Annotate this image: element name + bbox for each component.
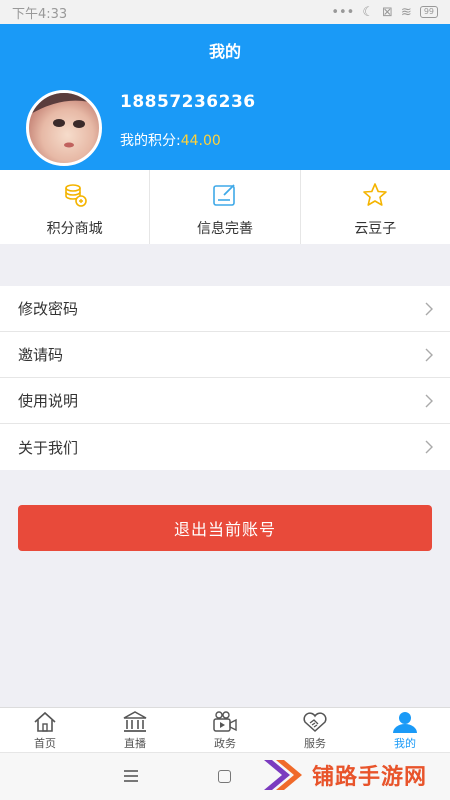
sim-icon: ⊠	[382, 4, 393, 20]
quick-item-label: 云豆子	[354, 221, 397, 237]
tab-mine[interactable]: 我的	[360, 708, 450, 752]
watermark-text: 铺路手游网	[312, 765, 428, 790]
chevron-right-icon	[425, 302, 433, 315]
menu-item-instructions[interactable]: 使用说明	[0, 378, 450, 424]
edit-info-icon	[213, 184, 235, 206]
wifi-icon: ≋	[400, 4, 412, 20]
home-icon	[34, 711, 56, 732]
coins-icon	[64, 184, 87, 207]
building-icon	[123, 711, 147, 732]
menu-item-label: 关于我们	[18, 438, 79, 457]
status-icons: ••• ☾ ⊠ ≋ 99	[331, 5, 438, 20]
menu-item-change-password[interactable]: 修改密码	[0, 286, 450, 332]
menu-item-label: 使用说明	[18, 392, 79, 410]
tab-label: 服务	[304, 737, 326, 750]
tab-label: 直播	[124, 737, 146, 750]
signal-dots-icon: •••	[331, 4, 355, 20]
quick-item-label: 信息完善	[196, 221, 253, 237]
user-icon	[393, 712, 417, 733]
tab-service[interactable]: 服务	[270, 708, 360, 752]
menu-item-about-us[interactable]: 关于我们	[0, 424, 450, 470]
bottom-tab-bar: 首页 直播 政务 服务 我的	[0, 707, 450, 752]
video-camera-icon	[213, 711, 237, 732]
user-phone: 18857236236	[120, 92, 256, 112]
watermark: 铺路手游网	[262, 758, 427, 792]
points-value: 44.00	[180, 133, 221, 149]
points-label: 我的积分:	[120, 133, 181, 149]
quick-item-info-complete[interactable]: 信息完善	[150, 170, 301, 244]
quick-item-label: 积分商城	[46, 221, 103, 237]
tab-label: 政务	[214, 737, 236, 750]
star-icon	[363, 183, 388, 206]
home-square-icon[interactable]	[218, 770, 231, 783]
chevron-right-icon	[425, 348, 433, 361]
watermark-logo-icon	[264, 760, 302, 790]
menu-item-invite-code[interactable]: 邀请码	[0, 332, 450, 378]
battery-icon: 99	[419, 6, 438, 18]
tab-government[interactable]: 政务	[180, 708, 270, 752]
status-bar: 下午4:33 ••• ☾ ⊠ ≋ 99	[0, 0, 450, 24]
menu-icon[interactable]	[124, 770, 138, 782]
tab-live[interactable]: 直播	[90, 708, 180, 752]
tab-home[interactable]: 首页	[0, 708, 90, 752]
menu-item-label: 修改密码	[18, 300, 79, 318]
page-title: 我的	[208, 42, 241, 61]
menu-item-label: 邀请码	[18, 346, 64, 364]
handshake-icon	[303, 712, 327, 733]
quick-item-points-mall[interactable]: 积分商城	[0, 170, 151, 244]
quick-item-yun-douzi[interactable]: 云豆子	[301, 170, 450, 244]
logout-button[interactable]: 退出当前账号	[18, 505, 432, 551]
quick-actions: 积分商城 信息完善 云豆子	[0, 170, 450, 244]
avatar-face-icon	[29, 93, 99, 148]
tab-label: 首页	[34, 737, 56, 750]
moon-icon: ☾	[362, 4, 374, 20]
settings-menu: 修改密码 邀请码 使用说明 关于我们	[0, 286, 450, 470]
chevron-right-icon	[425, 440, 433, 454]
avatar[interactable]	[26, 90, 102, 166]
tab-label: 我的	[394, 737, 416, 750]
chevron-right-icon	[425, 394, 433, 407]
points-line: 我的积分:44.00	[120, 130, 221, 150]
status-time: 下午4:33	[12, 6, 68, 22]
profile-header: 我的 18857236236 我的积分:44.00	[0, 24, 450, 170]
